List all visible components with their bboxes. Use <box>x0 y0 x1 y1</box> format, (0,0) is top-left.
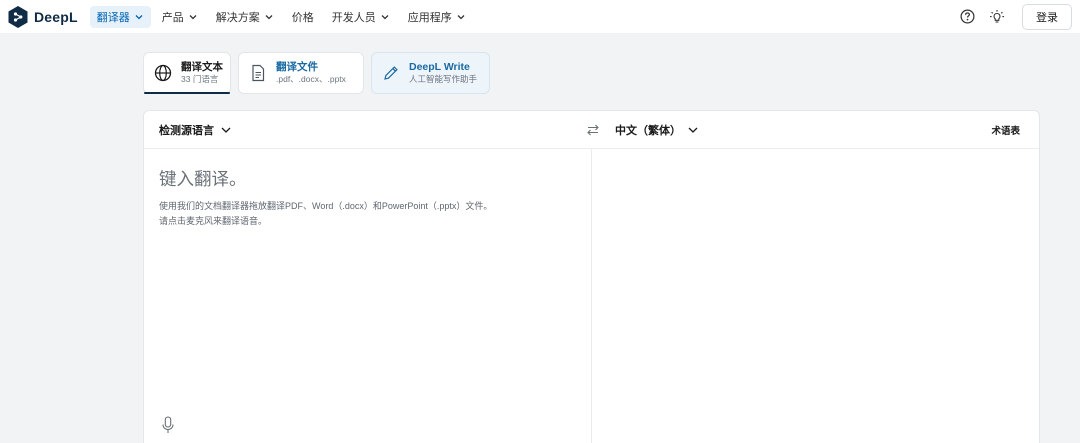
hint-line-2: 请点击麦克风来翻译语音。 <box>159 216 268 226</box>
panel-divider <box>591 149 592 443</box>
source-text-input[interactable]: 键入翻译。 <box>159 166 247 191</box>
tab-translate-text-labels: 翻译文本 33 门语言 <box>181 61 223 85</box>
theme-bulb-icon <box>990 9 1004 23</box>
tab-subtitle: 人工智能写作助手 <box>409 74 478 84</box>
tab-title: DeepL Write <box>409 61 470 73</box>
target-language-label: 中文（繁体） <box>615 125 681 137</box>
tab-title: 翻译文本 <box>181 61 223 73</box>
microphone-icon[interactable] <box>161 416 175 434</box>
tab-translate-files-labels: 翻译文件 .pdf、.docx、.pptx <box>276 61 346 85</box>
tab-translate-text[interactable]: 翻译文本 33 门语言 <box>143 52 231 94</box>
login-button[interactable]: 登录 <box>1022 3 1072 30</box>
translator-panel: 检测源语言 中文（繁体） 术语表 键入翻译。 使用我们的文档翻译器拖放翻译PDF… <box>143 110 1040 443</box>
hint-line-1: 使用我们的文档翻译器拖放翻译PDF、Word（.docx）和PowerPoint… <box>159 201 493 211</box>
nav-solutions[interactable]: 解决方案 <box>209 6 281 28</box>
chevron-down-icon <box>457 14 465 19</box>
tab-subtitle: 33 门语言 <box>181 74 219 84</box>
input-hint: 使用我们的文档翻译器拖放翻译PDF、Word（.docx）和PowerPoint… <box>159 199 579 229</box>
chevron-down-icon <box>265 14 273 19</box>
nav-solutions-label: 解决方案 <box>215 11 260 24</box>
nav-apps-label: 应用程序 <box>407 11 452 24</box>
top-nav-bar: DeepL 翻译器 产品 解决方案 价格 开发人员 应用程序 登录 <box>0 0 1080 33</box>
theme-button[interactable] <box>986 6 1008 28</box>
tab-translate-files[interactable]: 翻译文件 .pdf、.docx、.pptx <box>238 52 364 94</box>
nav-products-label: 产品 <box>161 11 184 24</box>
nav-translator[interactable]: 翻译器 <box>89 5 151 28</box>
nav-developers-label: 开发人员 <box>331 11 376 24</box>
nav-apps[interactable]: 应用程序 <box>401 6 473 28</box>
help-icon <box>960 9 974 24</box>
tab-deepl-write-labels: DeepL Write 人工智能写作助手 <box>409 61 477 85</box>
logo-text: DeepL <box>34 8 78 25</box>
source-language-select[interactable]: 检测源语言 <box>159 111 232 149</box>
nav-pricing-label: 价格 <box>291 11 314 24</box>
pen-icon <box>384 66 398 80</box>
chevron-down-icon <box>688 127 698 133</box>
language-bar: 检测源语言 中文（繁体） 术语表 <box>144 111 1039 149</box>
deepl-logo-icon <box>8 5 28 28</box>
mode-tabs: 翻译文本 33 门语言 翻译文件 .pdf、.docx、.pptx DeepL … <box>143 52 497 94</box>
target-language-select[interactable]: 中文（繁体） <box>615 111 699 149</box>
tab-deepl-write[interactable]: DeepL Write 人工智能写作助手 <box>371 52 490 94</box>
main-nav: 翻译器 产品 解决方案 价格 开发人员 应用程序 <box>89 0 477 33</box>
chevron-down-icon <box>381 14 389 19</box>
globe-icon <box>154 64 172 82</box>
chevron-down-icon <box>189 14 197 19</box>
nav-pricing[interactable]: 价格 <box>285 6 321 28</box>
nav-translator-label: 翻译器 <box>96 11 130 24</box>
nav-developers[interactable]: 开发人员 <box>325 6 397 28</box>
help-button[interactable] <box>956 6 978 28</box>
nav-products[interactable]: 产品 <box>155 6 205 28</box>
source-language-label: 检测源语言 <box>159 125 214 137</box>
deepl-logo[interactable]: DeepL <box>8 5 78 28</box>
tab-title: 翻译文件 <box>276 61 318 73</box>
tab-subtitle: .pdf、.docx、.pptx <box>276 74 346 84</box>
swap-languages-icon[interactable] <box>585 122 601 138</box>
chevron-down-icon <box>221 127 231 133</box>
nav-right-group: 登录 <box>956 0 1072 33</box>
glossary-button[interactable]: 术语表 <box>991 111 1020 149</box>
chevron-down-icon <box>135 14 143 19</box>
document-icon <box>252 64 265 82</box>
